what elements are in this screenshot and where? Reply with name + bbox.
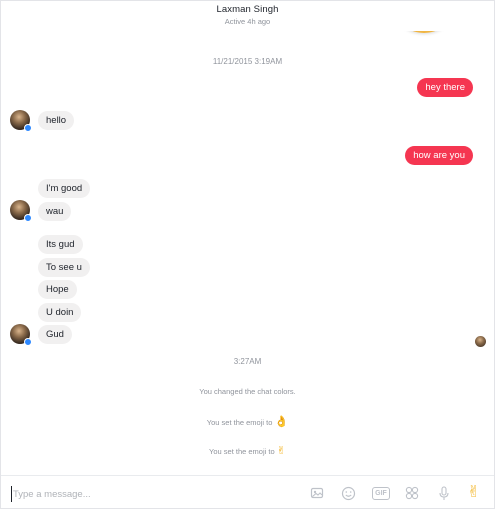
messenger-badge-icon <box>24 214 32 222</box>
outgoing-message[interactable]: hey there <box>417 78 473 97</box>
chat-window: Laxman Singh Active 4h ago 11/21/2015 3:… <box>0 0 495 509</box>
seen-avatar-indicator <box>475 336 486 347</box>
photo-icon[interactable] <box>309 485 325 501</box>
system-message: You set the emoji to 👌 <box>1 415 494 428</box>
microphone-icon[interactable] <box>436 485 452 501</box>
gif-icon[interactable]: GIF <box>371 485 391 501</box>
incoming-message[interactable]: Its gud <box>38 235 83 254</box>
system-message: You changed the chat colors. <box>1 387 494 396</box>
outgoing-message[interactable]: how are you <box>405 146 473 165</box>
messenger-badge-icon <box>24 124 32 132</box>
timestamp: 11/21/2015 3:19AM <box>212 57 283 66</box>
incoming-message[interactable]: I'm good <box>38 179 91 198</box>
incoming-message[interactable]: wau <box>38 202 72 221</box>
victory-hand-icon: ✌ <box>276 445 286 457</box>
incoming-message[interactable]: Hope <box>38 280 77 299</box>
system-message-text: You changed the chat colors. <box>199 387 296 396</box>
ok-hand-icon: 👌 <box>274 416 289 428</box>
sticker-icon[interactable] <box>404 485 420 501</box>
message-composer: GIF <box>1 475 494 508</box>
system-message: You set the emoji to ✌ <box>1 444 494 457</box>
gif-label: GIF <box>372 486 390 500</box>
contact-avatar[interactable] <box>10 110 32 132</box>
send-emoji-button[interactable]: ✌ <box>467 482 480 502</box>
system-message-text: You set the emoji to <box>209 447 275 456</box>
contact-name[interactable]: Laxman Singh <box>1 4 494 15</box>
incoming-message[interactable]: U doin <box>38 303 82 322</box>
emoji-icon[interactable] <box>340 485 356 501</box>
message-input[interactable] <box>11 486 211 502</box>
timestamp: 3:27AM <box>233 357 262 366</box>
contact-avatar[interactable] <box>10 200 32 222</box>
conversation-header: Laxman Singh Active 4h ago <box>1 1 494 31</box>
incoming-message[interactable]: Gud <box>38 325 72 344</box>
incoming-message[interactable]: To see u <box>38 258 90 277</box>
messenger-badge-icon <box>24 338 32 346</box>
system-message-text: You set the emoji to <box>206 418 273 427</box>
contact-avatar[interactable] <box>10 324 32 346</box>
incoming-message[interactable]: hello <box>38 111 75 130</box>
active-status: Active 4h ago <box>224 17 271 26</box>
